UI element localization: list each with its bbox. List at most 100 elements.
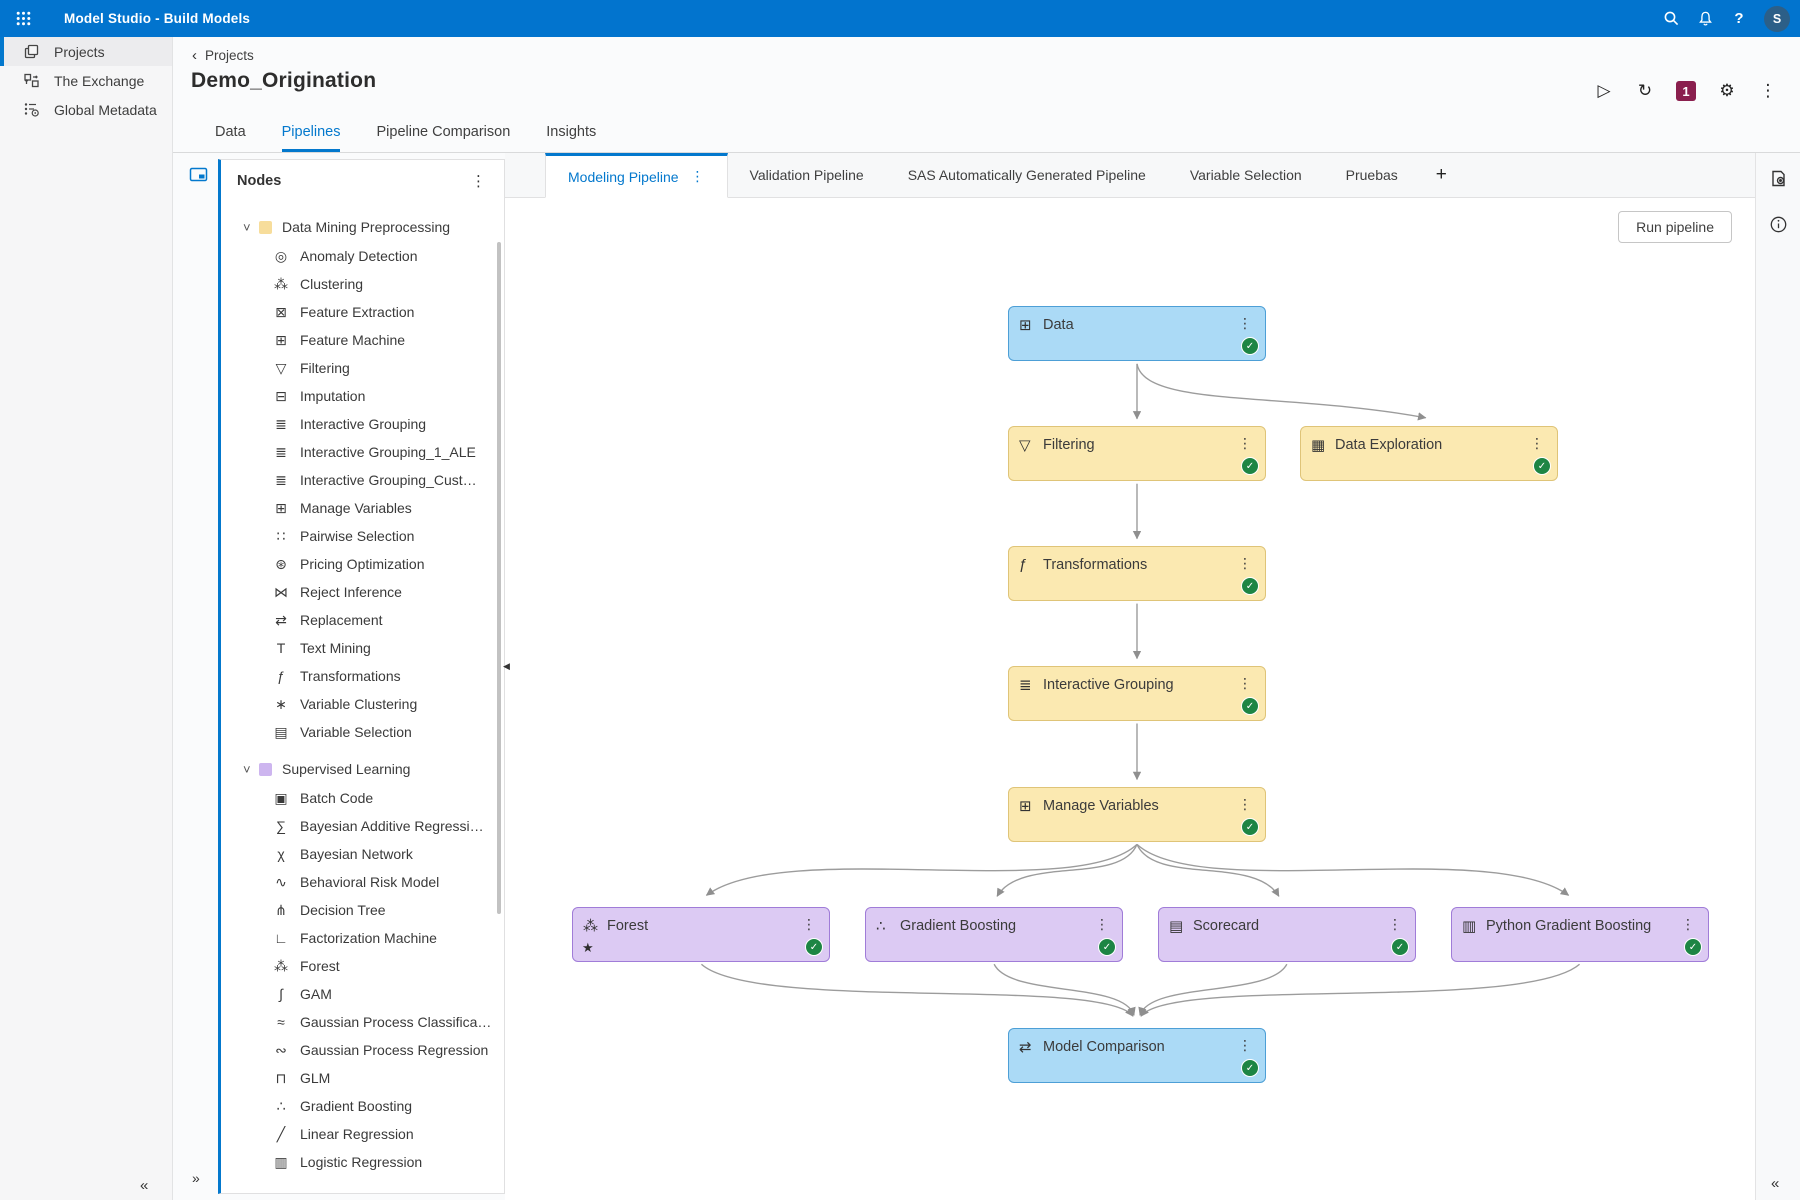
- info-icon[interactable]: [1769, 215, 1788, 239]
- node-item-gam[interactable]: ∫GAM: [221, 980, 504, 1008]
- sidebar-item-global-metadata[interactable]: Global Metadata: [0, 95, 172, 124]
- node-item-variable-selection[interactable]: ▤Variable Selection: [221, 718, 504, 746]
- sidebar-collapse-icon[interactable]: «: [140, 1177, 148, 1194]
- overflow-menu-icon[interactable]: ⋮: [1758, 81, 1778, 101]
- node-menu-icon[interactable]: ⋮: [1092, 916, 1112, 933]
- node-item-feature-extraction[interactable]: ⊠Feature Extraction: [221, 298, 504, 326]
- status-complete-icon: ✓: [1391, 938, 1409, 956]
- node-item-linear-regression[interactable]: ╱Linear Regression: [221, 1120, 504, 1148]
- node-item-gaussian-process-regression[interactable]: ∾Gaussian Process Regression: [221, 1036, 504, 1064]
- pipeline-canvas[interactable]: ⊞Data⋮✓ ▽Filtering⋮✓ ▦Data Exploration⋮✓ ƒT…: [505, 198, 1755, 1200]
- node-item-clustering[interactable]: ⁂Clustering: [221, 270, 504, 298]
- node-menu-icon[interactable]: ⋮: [1235, 315, 1255, 332]
- node-item-bayesian-network[interactable]: χBayesian Network: [221, 840, 504, 868]
- node-group-supervised-learning[interactable]: ˅Supervised Learning: [221, 754, 504, 784]
- settings-gear-icon[interactable]: ⚙: [1717, 81, 1737, 101]
- user-avatar[interactable]: S: [1764, 6, 1790, 32]
- node-item-pricing-optimization[interactable]: ⊛Pricing Optimization: [221, 550, 504, 578]
- node-item-anomaly-detection[interactable]: ◎Anomaly Detection: [221, 242, 504, 270]
- node-item-manage-variables[interactable]: ⊞Manage Variables: [221, 494, 504, 522]
- node-item-variable-clustering[interactable]: ∗Variable Clustering: [221, 690, 504, 718]
- tab-insights[interactable]: Insights: [546, 124, 596, 152]
- node-item-text-mining[interactable]: TText Mining: [221, 634, 504, 662]
- node-menu-icon[interactable]: ⋮: [1235, 435, 1255, 452]
- pipeline-node-gradient-boosting[interactable]: ∴Gradient Boosting⋮✓: [865, 907, 1123, 962]
- tab-pipelines[interactable]: Pipelines: [282, 124, 341, 152]
- node-item-batch-code[interactable]: ▣Batch Code: [221, 784, 504, 812]
- right-rail-collapse-icon[interactable]: «: [1771, 1175, 1779, 1192]
- sync-icon[interactable]: ↻: [1635, 81, 1655, 101]
- pipeline-node-data-exploration[interactable]: ▦Data Exploration⋮✓: [1300, 426, 1558, 481]
- node-item-gradient-boosting[interactable]: ∴Gradient Boosting: [221, 1092, 504, 1120]
- node-menu-icon[interactable]: ⋮: [1527, 435, 1547, 452]
- node-item-behavioral-risk-model[interactable]: ∿Behavioral Risk Model: [221, 868, 504, 896]
- sidebar-item-the-exchange[interactable]: The Exchange: [0, 66, 172, 95]
- breadcrumb[interactable]: ‹Projects: [192, 47, 254, 64]
- node-item-factorization-machine[interactable]: ∟Factorization Machine: [221, 924, 504, 952]
- node-menu-icon[interactable]: ⋮: [799, 916, 819, 933]
- notification-count-badge[interactable]: 1: [1676, 81, 1696, 101]
- tab-pipeline-comparison[interactable]: Pipeline Comparison: [376, 124, 510, 152]
- node-item-reject-inference[interactable]: ⋈Reject Inference: [221, 578, 504, 606]
- pipeline-node-forest[interactable]: ⁂Forest⋮★✓: [572, 907, 830, 962]
- node-item-interactive-grouping-1-ale[interactable]: ≣Interactive Grouping_1_ALE: [221, 438, 504, 466]
- search-icon[interactable]: [1656, 4, 1686, 34]
- rail-expand-icon[interactable]: »: [192, 1170, 200, 1186]
- sidebar-item-projects[interactable]: Projects: [0, 37, 172, 66]
- node-menu-icon[interactable]: ⋮: [1678, 916, 1698, 933]
- node-item-replacement[interactable]: ⇄Replacement: [221, 606, 504, 634]
- pricing-optimization-icon: ⊛: [271, 556, 291, 573]
- node-item-decision-tree[interactable]: ⋔Decision Tree: [221, 896, 504, 924]
- pipeline-node-model-comparison[interactable]: ⇄Model Comparison⋮✓: [1008, 1028, 1266, 1083]
- pipeline-node-scorecard[interactable]: ▤Scorecard⋮✓: [1158, 907, 1416, 962]
- node-item-interactive-grouping[interactable]: ≣Interactive Grouping: [221, 410, 504, 438]
- node-menu-icon[interactable]: ⋮: [1235, 796, 1255, 813]
- pipeline-node-interactive-grouping[interactable]: ≣Interactive Grouping⋮✓: [1008, 666, 1266, 721]
- node-item-interactive-grouping-cust[interactable]: ≣Interactive Grouping_Cust…: [221, 466, 504, 494]
- notifications-bell-icon[interactable]: [1690, 4, 1720, 34]
- nodes-panel-menu-icon[interactable]: ⋮: [467, 172, 490, 190]
- tab-data[interactable]: Data: [215, 124, 246, 152]
- node-item-gaussian-process-classification[interactable]: ≈Gaussian Process Classifica…: [221, 1008, 504, 1036]
- pipeline-node-manage-variables[interactable]: ⊞Manage Variables⋮✓: [1008, 787, 1266, 842]
- nodes-panel-collapse-icon[interactable]: ◀: [503, 661, 510, 672]
- pipeline-tab-sas-automatically-generated-pipeline[interactable]: SAS Automatically Generated Pipeline: [886, 153, 1168, 197]
- status-complete-icon: ✓: [1241, 697, 1259, 715]
- pipeline-node-python-gradient-boosting[interactable]: ▥Python Gradient Boosting⋮✓: [1451, 907, 1709, 962]
- node-item-filtering[interactable]: ▽Filtering: [221, 354, 504, 382]
- node-menu-icon[interactable]: ⋮: [1385, 916, 1405, 933]
- variable-clustering-icon: ∗: [271, 696, 291, 713]
- pipeline-node-data[interactable]: ⊞Data⋮✓: [1008, 306, 1266, 361]
- help-icon[interactable]: ?: [1724, 4, 1754, 34]
- node-item-logistic-regression[interactable]: ▥Logistic Regression: [221, 1148, 504, 1176]
- pipeline-report-icon[interactable]: [1769, 169, 1788, 193]
- node-item-glm[interactable]: ⊓GLM: [221, 1064, 504, 1092]
- pipeline-node-transformations[interactable]: ƒTransformations⋮✓: [1008, 546, 1266, 601]
- add-pipeline-icon[interactable]: +: [1420, 153, 1463, 197]
- node-group-data-mining-preprocessing[interactable]: ˅Data Mining Preprocessing: [221, 212, 504, 242]
- bayesian-additive-regression-icon: ∑: [271, 818, 291, 834]
- manage-variables-icon: ⊞: [271, 500, 291, 517]
- node-item-bayesian-additive-regression[interactable]: ∑Bayesian Additive Regressi…: [221, 812, 504, 840]
- node-menu-icon[interactable]: ⋮: [1235, 1037, 1255, 1054]
- run-project-icon[interactable]: ▷: [1594, 81, 1614, 101]
- node-item-transformations[interactable]: ƒTransformations: [221, 662, 504, 690]
- nodes-scrollbar[interactable]: [497, 242, 501, 914]
- node-item-pairwise-selection[interactable]: ∷Pairwise Selection: [221, 522, 504, 550]
- run-pipeline-button[interactable]: Run pipeline: [1618, 211, 1732, 243]
- pipeline-tab-modeling-pipeline[interactable]: Modeling Pipeline⋮: [545, 153, 728, 198]
- pipeline-tab-variable-selection[interactable]: Variable Selection: [1168, 153, 1324, 197]
- forest-icon: ⁂: [583, 917, 598, 935]
- node-item-feature-machine[interactable]: ⊞Feature Machine: [221, 326, 504, 354]
- node-menu-icon[interactable]: ⋮: [1235, 675, 1255, 692]
- nodes-panel-toggle-icon[interactable]: [189, 165, 208, 189]
- pipeline-tab-pruebas[interactable]: Pruebas: [1324, 153, 1420, 197]
- node-item-imputation[interactable]: ⊟Imputation: [221, 382, 504, 410]
- anomaly-detection-icon: ◎: [271, 248, 291, 265]
- pipeline-tab-menu-icon[interactable]: ⋮: [691, 168, 705, 185]
- node-menu-icon[interactable]: ⋮: [1235, 555, 1255, 572]
- pipeline-node-filtering[interactable]: ▽Filtering⋮✓: [1008, 426, 1266, 481]
- node-item-forest[interactable]: ⁂Forest: [221, 952, 504, 980]
- pipeline-tab-validation-pipeline[interactable]: Validation Pipeline: [728, 153, 886, 197]
- app-launcher-icon[interactable]: [14, 10, 32, 28]
